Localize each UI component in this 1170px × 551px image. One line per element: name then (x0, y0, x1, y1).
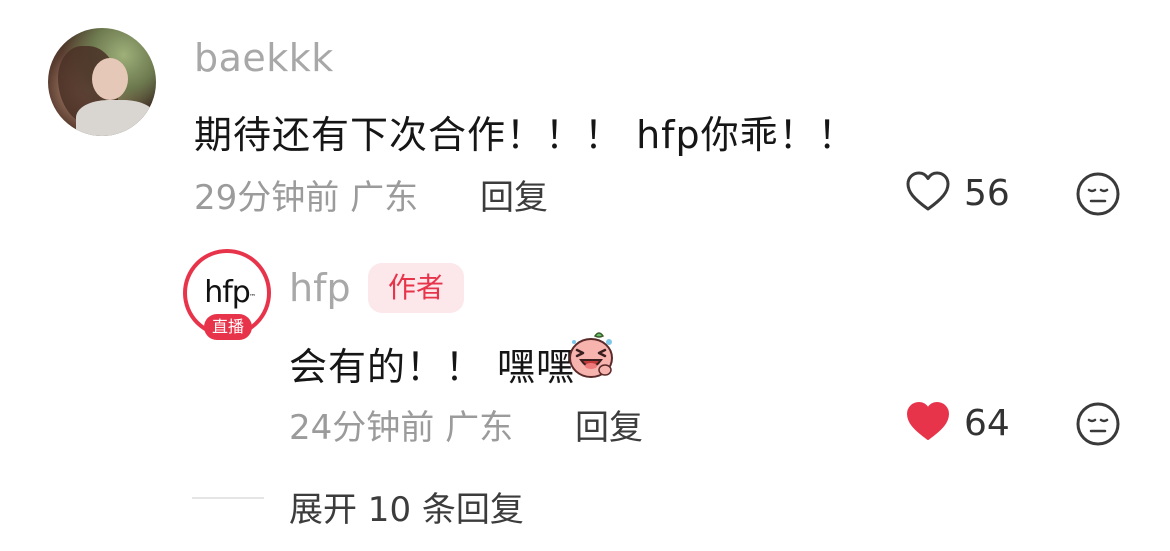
laughing-face-sticker-icon (565, 328, 617, 380)
expand-replies-button[interactable]: 展开 10 条回复 (289, 482, 524, 531)
comment-username[interactable]: baekkk (194, 36, 334, 80)
comment-time: 29分钟前 (194, 178, 340, 218)
reply-time: 24分钟前 (289, 408, 435, 448)
like-count: 56 (964, 173, 1010, 214)
reply-username[interactable]: hfp (289, 266, 351, 310)
comment-meta: 29分钟前 广东 (194, 170, 418, 219)
live-badge[interactable]: 直播 (204, 314, 252, 340)
divider (192, 497, 264, 499)
comment-location: 广东 (350, 178, 419, 218)
author-tag: 作者 (368, 263, 464, 313)
heart-outline-icon[interactable] (904, 168, 952, 216)
avatar-logo-tm: ™ (249, 293, 256, 301)
avatar[interactable] (48, 28, 156, 136)
meh-face-icon[interactable] (1074, 400, 1122, 448)
avatar-face (92, 58, 128, 100)
comment-text: 期待还有下次合作！！！ hfp你乖！！ (194, 113, 857, 157)
reply-button[interactable]: 回复 (480, 170, 548, 219)
reply-button[interactable]: 回复 (575, 400, 643, 449)
like-count: 64 (964, 403, 1010, 444)
reply-location: 广东 (445, 408, 514, 448)
reply-text: 会有的！！ 嘿嘿 (289, 345, 576, 389)
meh-face-icon[interactable] (1074, 170, 1122, 218)
reply-meta: 24分钟前 广东 (289, 400, 513, 449)
avatar-shirt (76, 100, 156, 136)
heart-filled-icon[interactable] (904, 398, 952, 446)
